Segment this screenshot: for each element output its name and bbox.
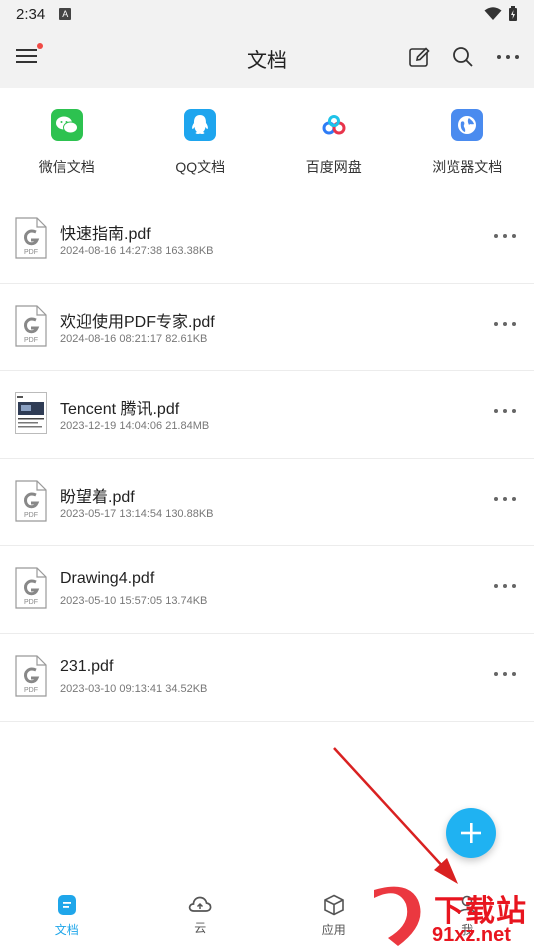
- shortcut-qq[interactable]: QQ文档: [134, 88, 268, 190]
- status-bar: 2:34 A: [0, 0, 534, 28]
- svg-text:PDF: PDF: [24, 687, 38, 694]
- file-name: Tencent 腾讯.pdf: [60, 401, 180, 419]
- screen: 2:34 A 文档 微信文档 QQ文档 百度网盘 浏览器文档 PDF 快速指南.…: [0, 0, 534, 950]
- shortcut-browser[interactable]: 浏览器文档: [401, 88, 534, 190]
- file-row[interactable]: PDF 盼望着.pdf 2023-05-17 13:14:54 130.88KB: [0, 459, 534, 547]
- file-name: 欢迎使用PDF专家.pdf: [60, 313, 215, 331]
- wifi-icon: [484, 7, 502, 20]
- qq-icon: [184, 109, 217, 141]
- battery-icon: [509, 6, 517, 21]
- file-more-button[interactable]: [494, 405, 520, 417]
- status-icons: [484, 6, 518, 22]
- cloud-icon: [189, 896, 212, 912]
- app-bar: 文档: [0, 28, 534, 88]
- file-row[interactable]: PDF 快速指南.pdf 2024-08-16 14:27:38 163.38K…: [0, 196, 534, 284]
- file-more-button[interactable]: [494, 580, 520, 592]
- notification-icon: A: [59, 8, 72, 20]
- wechat-icon: [50, 109, 83, 141]
- pdf-file-icon: PDF: [15, 567, 47, 609]
- status-time: 2:34: [16, 5, 46, 23]
- file-meta: 2023-05-17 13:14:54 130.88KB: [60, 507, 214, 520]
- document-icon: [57, 895, 76, 915]
- pdf-file-icon: PDF: [15, 304, 47, 347]
- svg-text:PDF: PDF: [24, 337, 38, 344]
- file-name: 快速指南.pdf: [60, 226, 151, 243]
- file-meta: 2023-03-10 09:13:41 34.52KB: [60, 682, 208, 695]
- add-fab-button[interactable]: [446, 808, 496, 858]
- watermark-url: 91xz.net: [432, 924, 511, 946]
- nav-cloud[interactable]: 云: [134, 880, 268, 950]
- shortcut-label: 浏览器文档: [432, 159, 503, 175]
- box-icon: [323, 894, 344, 916]
- shortcut-label: 微信文档: [38, 159, 95, 175]
- watermark-logo: [374, 886, 421, 946]
- file-name: 盼望着.pdf: [60, 488, 135, 506]
- source-shortcuts: 微信文档 QQ文档 百度网盘 浏览器文档: [0, 88, 534, 190]
- shortcut-baidu-netdisk[interactable]: 百度网盘: [267, 88, 401, 190]
- file-row[interactable]: PDF 欢迎使用PDF专家.pdf 2024-08-16 08:21:17 82…: [0, 284, 534, 372]
- baidu-netdisk-icon: [317, 109, 350, 141]
- nav-label: 应用: [321, 923, 346, 937]
- nav-documents[interactable]: 文档: [0, 880, 134, 950]
- file-meta: 2024-08-16 14:27:38 163.38KB: [60, 245, 214, 257]
- file-name: Drawing4.pdf: [60, 570, 155, 588]
- file-row[interactable]: PDF Drawing4.pdf 2023-05-10 15:57:05 13.…: [0, 546, 534, 634]
- pdf-file-icon: PDF: [15, 217, 47, 259]
- svg-text:PDF: PDF: [24, 249, 38, 256]
- shortcut-label: QQ文档: [175, 159, 226, 175]
- shortcut-label: 百度网盘: [305, 159, 362, 175]
- file-meta: 2023-05-10 15:57:05 13.74KB: [60, 595, 208, 608]
- file-name: 231.pdf: [60, 657, 114, 675]
- svg-text:PDF: PDF: [24, 512, 38, 519]
- file-meta: 2024-08-16 08:21:17 82.61KB: [60, 332, 208, 345]
- pdf-file-icon: PDF: [15, 480, 47, 522]
- nav-label: 文档: [54, 923, 79, 937]
- search-icon[interactable]: [452, 46, 474, 68]
- file-list: PDF 快速指南.pdf 2024-08-16 14:27:38 163.38K…: [0, 196, 534, 722]
- site-watermark: 下载站 91xz.net: [368, 884, 534, 950]
- file-meta: 2023-12-19 14:04:06 21.84MB: [60, 420, 210, 433]
- file-row[interactable]: PDF 231.pdf 2023-03-10 09:13:41 34.52KB: [0, 634, 534, 722]
- nav-label: 云: [194, 921, 207, 935]
- file-more-button[interactable]: [494, 230, 520, 242]
- browser-icon: [451, 109, 484, 141]
- svg-text:PDF: PDF: [24, 599, 38, 606]
- app-bar-actions: [408, 46, 520, 68]
- plus-icon: [461, 823, 481, 843]
- more-icon[interactable]: [496, 46, 520, 68]
- file-more-button[interactable]: [494, 493, 520, 505]
- file-more-button[interactable]: [494, 318, 520, 330]
- edit-icon[interactable]: [408, 46, 430, 68]
- pdf-file-icon: PDF: [15, 655, 47, 697]
- file-more-button[interactable]: [494, 668, 520, 680]
- file-row[interactable]: Tencent 腾讯.pdf 2023-12-19 14:04:06 21.84…: [0, 371, 534, 459]
- shortcut-wechat[interactable]: 微信文档: [0, 88, 134, 190]
- document-preview-thumbnail: [15, 392, 47, 435]
